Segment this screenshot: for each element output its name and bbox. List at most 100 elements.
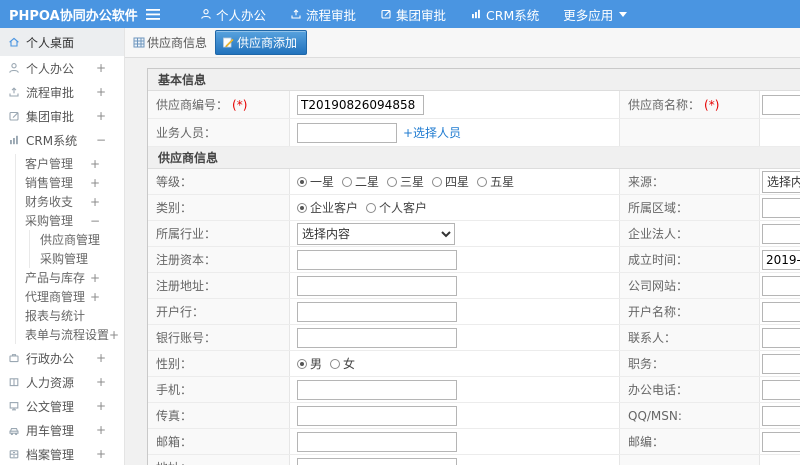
sidebar-item-agent-mgmt[interactable]: 代理商管理 + [16, 287, 124, 306]
expand-icon[interactable]: + [96, 85, 106, 99]
company-website-input[interactable] [762, 275, 800, 296]
expand-icon[interactable]: + [96, 399, 106, 413]
sidebar-item-purchase-mgmt[interactable]: 采购管理 − [16, 211, 124, 230]
sidebar-item-personal-office[interactable]: 个人办公 + [0, 56, 124, 80]
account-name-input[interactable] [762, 301, 800, 322]
bank-input[interactable] [297, 301, 457, 322]
sidebar-item-procurement-mgmt[interactable]: 采购管理 [30, 249, 124, 268]
expand-icon[interactable]: + [96, 447, 106, 461]
legal-person-input[interactable] [762, 223, 800, 244]
sidebar-item-supplier-mgmt[interactable]: 供应商管理 [30, 230, 124, 249]
field-cell [760, 91, 800, 118]
sidebar-item-finance[interactable]: 财务收支 + [16, 192, 124, 211]
sidebar-item-label: 个人桌面 [26, 35, 75, 50]
expand-icon[interactable]: + [90, 176, 100, 190]
address-input[interactable] [297, 457, 457, 465]
industry-select[interactable]: 选择内容 [297, 222, 455, 245]
office-phone-input[interactable] [762, 379, 800, 400]
level-radio-4star[interactable]: 四星 [432, 173, 469, 190]
sidebar-item-reports-stats[interactable]: 报表与统计 [16, 306, 124, 325]
sidebar-item-sales-mgmt[interactable]: 销售管理 + [16, 173, 124, 192]
level-radio-5star[interactable]: 五星 [477, 173, 514, 190]
nav-more-apps[interactable]: 更多应用 [551, 0, 639, 28]
contact-input[interactable] [762, 327, 800, 348]
position-input[interactable] [762, 353, 800, 374]
expand-icon[interactable]: + [90, 290, 100, 304]
field-label: 传真： [148, 403, 290, 428]
nav-crm-system[interactable]: CRM系统 [458, 0, 551, 28]
radio-icon [342, 176, 353, 187]
expand-icon[interactable]: + [90, 195, 100, 209]
registered-address-input[interactable] [297, 275, 457, 296]
established-date-input[interactable] [762, 249, 800, 270]
sidebar-item-vehicle-mgmt[interactable]: 用车管理 + [0, 418, 124, 442]
source-select[interactable]: 选择内容 [762, 170, 800, 193]
sidebar-item-label: 流程审批 [26, 85, 75, 100]
registered-capital-input[interactable] [297, 249, 457, 270]
field-cell [760, 247, 800, 272]
sidebar-item-archive-mgmt[interactable]: 档案管理 + [0, 442, 124, 465]
level-radio-3star[interactable]: 三星 [387, 173, 424, 190]
gender-radio-female[interactable]: 女 [330, 355, 355, 372]
sidebar-item-personal-desktop[interactable]: 个人桌面 [0, 28, 124, 56]
field-label: 类别： [148, 195, 290, 220]
expand-icon[interactable]: + [90, 157, 100, 171]
form-row: 手机： 办公电话： [148, 377, 800, 403]
sidebar-item-crm-system[interactable]: CRM系统 − [0, 128, 124, 152]
sidebar-item-form-flow-settings[interactable]: 表单与流程设置 + [16, 325, 124, 344]
sidebar-item-admin-office[interactable]: 行政办公 + [0, 346, 124, 370]
email-input[interactable] [297, 431, 457, 452]
region-input[interactable] [762, 197, 800, 218]
expand-icon[interactable]: + [109, 328, 119, 342]
expand-icon[interactable]: + [96, 109, 106, 123]
sidebar-item-label: 销售管理 [25, 176, 74, 190]
hamburger-icon[interactable] [146, 8, 162, 20]
sidebar-item-product-inventory[interactable]: 产品与库存 + [16, 268, 124, 287]
expand-icon[interactable]: + [90, 271, 100, 285]
nav-personal-office[interactable]: 个人办公 [188, 0, 278, 28]
supplier-name-input[interactable] [762, 94, 800, 115]
bar-chart-icon [8, 134, 20, 146]
qq-msn-input[interactable] [762, 405, 800, 426]
field-cell: 企业客户 个人客户 [290, 195, 620, 220]
radio-icon [477, 176, 488, 187]
radio-label: 女 [343, 357, 356, 371]
category-radio-personal[interactable]: 个人客户 [366, 199, 427, 216]
mobile-input[interactable] [297, 379, 457, 400]
staff-input[interactable] [297, 122, 397, 143]
bank-account-input[interactable] [297, 327, 457, 348]
tab-supplier-add[interactable]: 供应商添加 [215, 30, 308, 55]
expand-icon[interactable]: + [96, 375, 106, 389]
sidebar-item-label: 产品与库存 [25, 271, 86, 285]
nav-workflow-approval[interactable]: 流程审批 [278, 0, 368, 28]
sidebar-item-workflow-approval[interactable]: 流程审批 + [0, 80, 124, 104]
nav-group-approval[interactable]: 集团审批 [368, 0, 458, 28]
form-row: 所属行业： 选择内容 企业法人： [148, 221, 800, 247]
expand-icon[interactable]: + [96, 351, 106, 365]
choose-staff-link[interactable]: +选择人员 [403, 124, 461, 141]
expand-icon[interactable]: + [96, 423, 106, 437]
field-cell [290, 377, 620, 402]
expand-icon[interactable]: + [96, 61, 106, 75]
level-radio-2star[interactable]: 二星 [342, 173, 379, 190]
form-row: 注册资本： 成立时间： [148, 247, 800, 273]
edit-square-icon [380, 8, 392, 20]
sidebar-item-group-approval[interactable]: 集团审批 + [0, 104, 124, 128]
postcode-input[interactable] [762, 431, 800, 452]
tab-supplier-info[interactable]: 供应商信息 [133, 34, 207, 51]
collapse-icon[interactable]: − [96, 133, 106, 147]
category-radio-company[interactable]: 企业客户 [297, 199, 358, 216]
nav-label: 更多应用 [563, 7, 614, 23]
sidebar-item-human-resources[interactable]: 人力资源 + [0, 370, 124, 394]
supplier-no-input[interactable] [297, 94, 424, 115]
field-cell: 男 女 [290, 351, 620, 376]
gender-radio-male[interactable]: 男 [297, 355, 322, 372]
fax-input[interactable] [297, 405, 457, 426]
sidebar-item-document-mgmt[interactable]: 公文管理 + [0, 394, 124, 418]
collapse-icon[interactable]: − [90, 214, 100, 228]
sidebar-item-label: 报表与统计 [25, 309, 86, 323]
form-row: 注册地址： 公司网站： [148, 273, 800, 299]
level-radio-1star[interactable]: 一星 [297, 173, 334, 190]
sidebar-item-customer-mgmt[interactable]: 客户管理 + [16, 154, 124, 173]
radio-icon [297, 202, 307, 213]
